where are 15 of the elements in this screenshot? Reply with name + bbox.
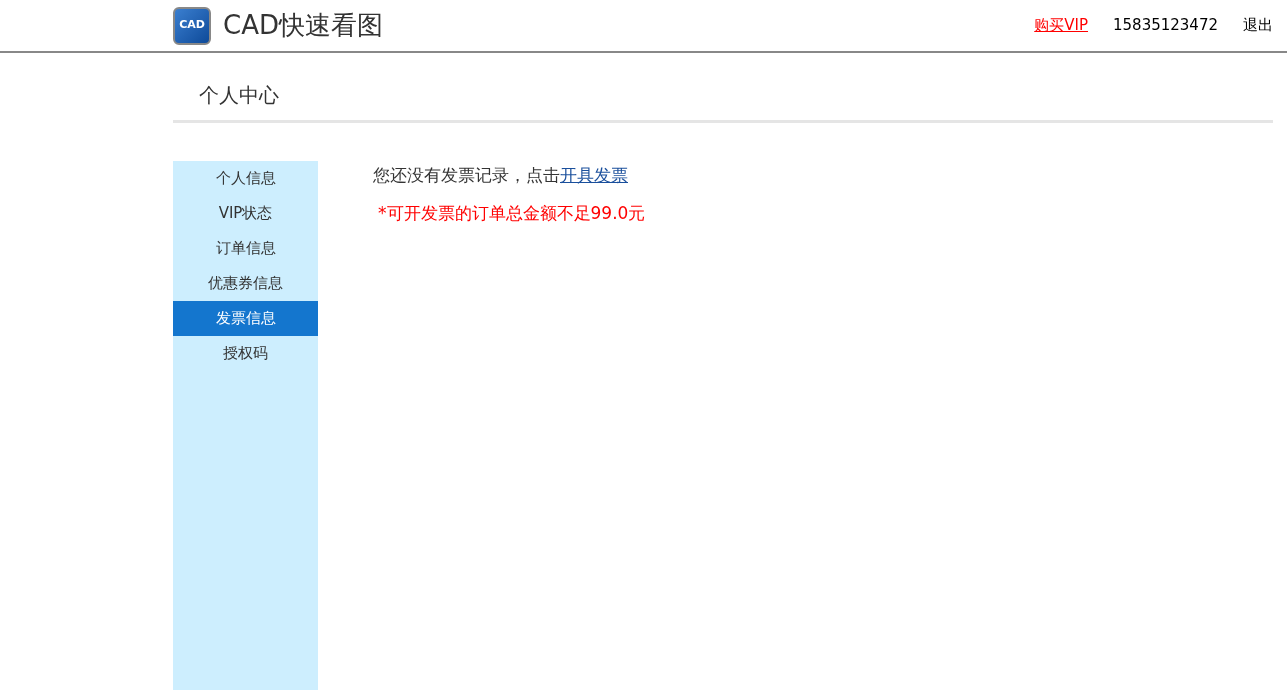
sidebar-item[interactable]: 个人信息 xyxy=(173,161,318,196)
sidebar-item[interactable]: 优惠券信息 xyxy=(173,266,318,301)
sidebar-item[interactable]: 发票信息 xyxy=(173,301,318,336)
issue-invoice-link[interactable]: 开具发票 xyxy=(560,165,628,185)
nav-link[interactable]: 15835123472 xyxy=(1113,14,1218,37)
sidebar-item[interactable]: 授权码 xyxy=(173,336,318,371)
message-text: 您还没有发票记录，点击开具发票 xyxy=(373,164,629,187)
buy-vip-link[interactable]: 购买VIP xyxy=(1034,14,1088,37)
app-name: CAD快速看图 xyxy=(223,9,383,42)
page-title: 个人中心 xyxy=(199,82,279,109)
notice-text: *可开发票的订单总金额不足99.0元 xyxy=(378,201,646,225)
sidebar-item[interactable]: 订单信息 xyxy=(173,231,318,266)
nav-link[interactable]: 退出 xyxy=(1243,14,1273,37)
app-logo: CAD xyxy=(173,6,211,45)
sidebar-item[interactable]: VIP状态 xyxy=(173,196,318,231)
